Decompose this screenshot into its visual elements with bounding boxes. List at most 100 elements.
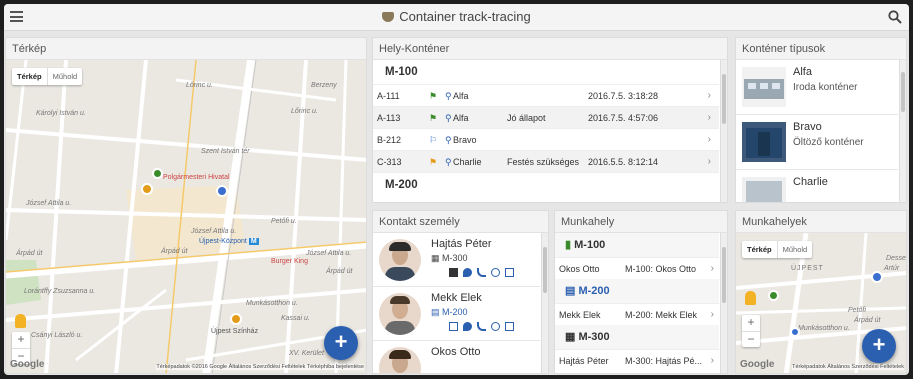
scrollbar-thumb[interactable] [543, 247, 547, 293]
worksite-row[interactable]: Okos Otto M-100: Okos Otto › [555, 257, 719, 279]
worksite-group-header: ▤ M-200 [555, 279, 719, 303]
location-group-header: M-100 [385, 66, 418, 78]
container-code: B-212 [377, 135, 402, 145]
scrollbar-thumb[interactable] [722, 74, 726, 124]
map-label-xv-kerulet: XV. Kerület [289, 350, 324, 357]
zoom-in-button[interactable]: + [12, 332, 30, 348]
phone-icon[interactable] [477, 268, 486, 277]
city-map[interactable]: Lőrinc u. Lőrinc u. Berzeny Károlyi Istv… [6, 60, 366, 373]
chat-icon[interactable] [491, 322, 500, 331]
map-footer-attribution[interactable]: Térképadatok Általános Szerződési Feltét… [792, 364, 904, 370]
kontener-tipusok-list: Alfa Iroda konténer Bravo Öltöző konténe… [736, 60, 898, 202]
chevron-right-icon: › [707, 134, 711, 145]
map-marker-blue[interactable] [871, 271, 883, 283]
map-streets [6, 60, 366, 373]
scrollbar-thumb[interactable] [901, 72, 905, 112]
hely-kontener-list: M-100 A-111 ⚑ ⚲ Alfa 2016.7.5. 3:18:28 ›… [373, 60, 719, 202]
zoom-in-button[interactable]: + [742, 315, 760, 331]
building-icon: ▤ [431, 307, 440, 317]
map-label-jozsef-2: József Attila u. [191, 228, 237, 235]
worksite-row[interactable]: Hajtás Péter M-300: Hajtás Pé... › [555, 349, 719, 371]
container-type: Alfa [453, 113, 469, 123]
avatar [379, 347, 421, 373]
search-icon[interactable] [888, 10, 902, 24]
map-label-arpad: Árpád út [854, 317, 881, 324]
map-marker-blue[interactable] [216, 185, 228, 197]
map-marker-blue-2[interactable] [790, 327, 800, 337]
container-type-item[interactable]: Charlie [736, 170, 898, 202]
kontener-tipusok-scrollbar[interactable] [899, 60, 906, 202]
building-icon[interactable] [449, 322, 458, 331]
container-row[interactable]: A-111 ⚑ ⚲ Alfa 2016.7.5. 3:18:28 › [373, 84, 719, 106]
zoom-out-button[interactable]: − [742, 331, 760, 347]
container-date: 2016.7.5. 3:18:28 [588, 91, 659, 101]
container-type-name: Alfa [793, 66, 812, 78]
add-button[interactable]: + [862, 329, 896, 363]
map-type-satellite-button[interactable]: Műhold [46, 68, 83, 85]
container-row[interactable]: C-313 ⚑ ⚲ Charlie Festés szükséges 2016.… [373, 150, 719, 172]
email-icon[interactable] [505, 322, 514, 331]
map-label-csanyi: Csányi László u. [31, 332, 83, 339]
worksites-map[interactable]: ÚJPEST Desse Artúr Munkásotthon u. Árpád… [736, 233, 906, 373]
container-row[interactable]: A-113 ⚑ ⚲ Alfa Jó állapot 2016.7.5. 4:57… [373, 106, 719, 128]
map-label-szent-istvan: Szent István tér [201, 148, 250, 155]
worksite-green-icon: ▮ [565, 239, 572, 251]
worksite-row[interactable]: Mekk Elek M-200: Mekk Elek › [555, 303, 719, 325]
contact-person-item[interactable]: Mekk Elek ▤ M-200 [373, 287, 540, 341]
munkahely-scrollbar[interactable] [720, 233, 727, 373]
flag-icon: ⚐ [429, 135, 438, 145]
kontakt-scrollbar[interactable] [541, 233, 548, 373]
container-type: Charlie [453, 157, 482, 167]
map-poi-ujpest-kozpont: Újpest-Központ M [199, 238, 259, 245]
map-type-satellite-button[interactable]: Műhold [776, 241, 813, 258]
map-type-map-button[interactable]: Térkép [742, 241, 777, 258]
app-title-text: Container track-tracing [399, 9, 531, 24]
worksite-icon: ▦ [431, 253, 440, 263]
top-bar: Container track-tracing [4, 4, 909, 31]
container-type-desc: Öltöző konténer [793, 137, 864, 148]
location-pin-icon[interactable] [463, 322, 472, 331]
munkahely-title: Munkahely [555, 211, 727, 233]
chat-icon[interactable] [491, 268, 500, 277]
contact-person-item[interactable]: Okos Otto [373, 341, 540, 373]
container-row[interactable]: B-212 ⚐ ⚲ Bravo › [373, 128, 719, 150]
map-marker-green[interactable] [768, 290, 779, 301]
container-type: Bravo [453, 135, 477, 145]
contact-location: ▦ M-300 [431, 253, 468, 263]
container-type-item[interactable]: Bravo Öltöző konténer [736, 115, 898, 170]
chevron-right-icon: › [710, 355, 714, 366]
map-footer-attribution[interactable]: Térképadatok ©2016 Google Általános Szer… [156, 364, 364, 370]
map-label-kassai: Kassai u. [281, 315, 310, 322]
email-icon[interactable] [505, 268, 514, 277]
location-pin-icon[interactable] [463, 268, 472, 277]
container-status: Jó állapot [507, 113, 546, 123]
map-type-map-button[interactable]: Térkép [12, 68, 47, 85]
hely-kontener-scrollbar[interactable] [720, 60, 727, 202]
container-status: Festés szükséges [507, 157, 580, 167]
scrollbar-thumb[interactable] [722, 247, 726, 303]
map-marker-green[interactable] [152, 168, 163, 179]
worksite-icon: ▦ [565, 331, 576, 343]
location-pin-icon: ⚲ [445, 135, 452, 145]
container-type-item[interactable]: Alfa Iroda konténer [736, 60, 898, 115]
kontakt-list: Hajtás Péter ▦ M-300 Mekk Elek ▤ M-200 O… [373, 233, 540, 373]
worksite-icon[interactable] [449, 268, 458, 277]
map-marker-orange-2[interactable] [230, 313, 242, 325]
street-view-pegman-icon[interactable] [745, 291, 756, 305]
contact-person-item[interactable]: Hajtás Péter ▦ M-300 [373, 233, 540, 287]
map-label-munkasotthon: Munkásotthon u. [246, 300, 298, 307]
chevron-right-icon: › [707, 112, 711, 123]
street-view-pegman-icon[interactable] [15, 314, 26, 328]
map-label-jozsef-3: József Attila u. [306, 250, 352, 257]
map-poi-burger-king: Burger King [271, 258, 308, 265]
worksite-group-header: ▦ M-300 [555, 325, 719, 349]
phone-icon[interactable] [477, 322, 486, 331]
add-button[interactable]: + [324, 326, 358, 360]
location-group-header: M-200 [373, 172, 719, 196]
contact-location: ▤ M-200 [431, 307, 468, 317]
map-label-jozsef-1: József Attila u. [26, 200, 72, 207]
map-marker-orange[interactable] [141, 183, 153, 195]
container-code: C-313 [377, 157, 402, 167]
munkahely-panel: Munkahely ▮ M-100 Okos Otto M-100: Okos … [554, 210, 728, 374]
chevron-right-icon: › [710, 309, 714, 320]
